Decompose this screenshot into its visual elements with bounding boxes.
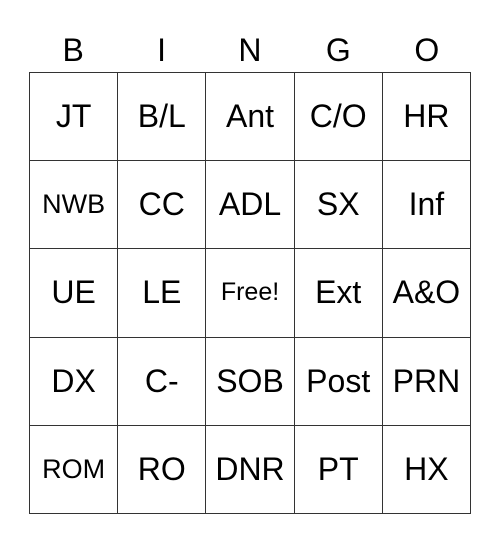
bingo-cell[interactable]: UE [30,249,119,338]
header-letter-b: B [62,32,84,68]
bingo-cell[interactable]: Ant [206,73,295,162]
bingo-cell[interactable]: A&O [382,249,471,338]
bingo-cell[interactable]: Post [294,337,383,426]
header-letter-i: I [157,32,167,68]
bingo-cell[interactable]: DX [30,337,119,426]
bingo-cell[interactable]: RO [118,425,207,514]
bingo-cell[interactable]: Inf [382,161,471,250]
bingo-cell[interactable]: SOB [206,337,295,426]
header-letter-n: N [238,32,262,68]
bingo-cell[interactable]: C- [118,337,207,426]
bingo-card-grid: JT B/L Ant C/O HR NWB CC ADL SX Inf UE L… [29,72,471,514]
bingo-cell[interactable]: PRN [382,337,471,426]
bingo-cell[interactable]: HR [382,73,471,162]
free-space-cell[interactable]: Free! [206,249,295,338]
bingo-cell[interactable]: NWB [30,161,119,250]
bingo-cell[interactable]: CC [118,161,207,250]
bingo-cell[interactable]: PT [294,425,383,514]
header-letter-g: G [325,32,351,68]
bingo-cell[interactable]: C/O [294,73,383,162]
bingo-cell[interactable]: LE [118,249,207,338]
bingo-cell[interactable]: Ext [294,249,383,338]
bingo-cell[interactable]: ROM [30,425,119,514]
bingo-cell[interactable]: B/L [118,73,207,162]
bingo-cell[interactable]: JT [30,73,119,162]
bingo-cell[interactable]: SX [294,161,383,250]
bingo-cell[interactable]: ADL [206,161,295,250]
bingo-cell[interactable]: DNR [206,425,295,514]
bingo-header: B I N G O [29,28,471,72]
bingo-cell[interactable]: HX [382,425,471,514]
header-letter-o: O [414,32,440,68]
